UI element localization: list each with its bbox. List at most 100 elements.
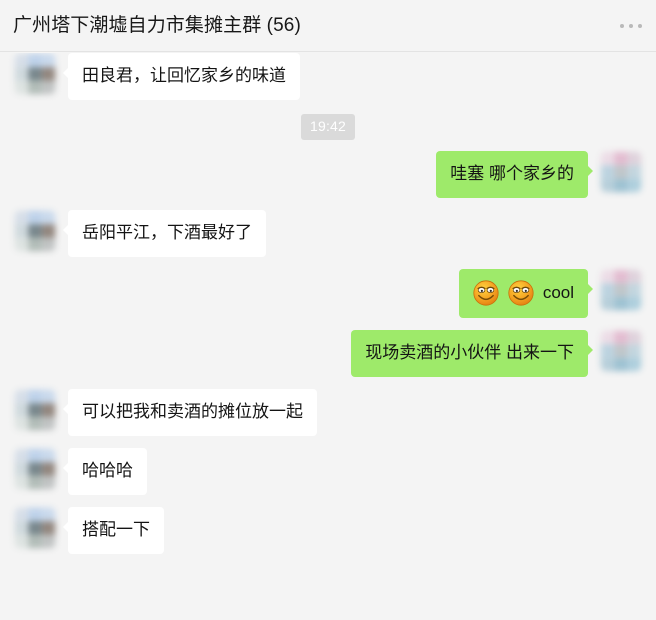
- avatar-tile: [600, 151, 615, 166]
- avatar-tile: [41, 403, 56, 417]
- avatar-tile: [14, 534, 29, 549]
- avatar-tile: [627, 165, 642, 179]
- avatar-tile: [627, 178, 642, 193]
- avatar-tile: [600, 178, 615, 193]
- avatar-tile: [614, 165, 628, 179]
- avatar-tile: [600, 296, 615, 311]
- avatar-tile: [41, 448, 56, 463]
- avatar-contact[interactable]: [14, 507, 56, 549]
- avatar-contact[interactable]: [14, 389, 56, 431]
- message-row: cool: [0, 269, 656, 318]
- avatar-tile: [28, 80, 42, 95]
- more-dot: [620, 24, 624, 28]
- avatar-self[interactable]: [600, 151, 642, 193]
- avatar-self[interactable]: [600, 269, 642, 311]
- outgoing-message-bubble[interactable]: cool: [458, 269, 594, 318]
- avatar-tile: [14, 210, 29, 225]
- more-dot: [629, 24, 633, 28]
- avatar-contact[interactable]: [14, 53, 56, 95]
- avatar-tile: [28, 67, 42, 81]
- wechat-grin-emoji: [473, 280, 499, 306]
- more-dot: [638, 24, 642, 28]
- avatar-tile: [14, 224, 29, 238]
- avatar-tile: [14, 403, 29, 417]
- avatar-tile: [627, 269, 642, 284]
- avatar-tile: [600, 330, 615, 345]
- avatar-tile: [627, 344, 642, 358]
- incoming-message-bubble[interactable]: 田良君，让回忆家乡的味道: [63, 53, 300, 100]
- message-list[interactable]: 田良君，让回忆家乡的味道 19:42 哇塞 哪个家乡的岳阳平江，下酒最好了 cool 现…: [0, 53, 656, 620]
- avatar-tile: [14, 448, 29, 463]
- avatar-tile: [614, 269, 628, 284]
- avatar-self[interactable]: [600, 330, 642, 372]
- avatar-tile: [28, 224, 42, 238]
- avatar-contact[interactable]: [14, 448, 56, 490]
- avatar-tile: [600, 344, 615, 358]
- avatar-tile: [627, 283, 642, 297]
- avatar-tile: [614, 330, 628, 345]
- avatar-tile: [614, 178, 628, 193]
- avatar-tile: [28, 403, 42, 417]
- avatar-tile: [614, 357, 628, 372]
- avatar-tile: [600, 165, 615, 179]
- avatar-tile: [14, 389, 29, 404]
- avatar-tile: [41, 80, 56, 95]
- avatar-tile: [41, 534, 56, 549]
- avatar-tile: [14, 521, 29, 535]
- avatar-tile: [614, 151, 628, 166]
- avatar-tile: [14, 53, 29, 68]
- avatar-tile: [28, 416, 42, 431]
- avatar-tile: [41, 507, 56, 522]
- avatar-tile: [41, 67, 56, 81]
- avatar-tile: [41, 389, 56, 404]
- avatar-tile: [28, 448, 42, 463]
- avatar-tile: [41, 210, 56, 225]
- message-text: 现场卖酒的小伙伴 出来一下: [365, 343, 574, 362]
- incoming-message-bubble[interactable]: 可以把我和卖酒的摊位放一起: [63, 389, 317, 436]
- avatar-tile: [627, 151, 642, 166]
- avatar-tile: [600, 357, 615, 372]
- more-options-icon[interactable]: [620, 22, 642, 30]
- wechat-grin-emoji: [508, 280, 534, 306]
- message-text: 哇塞 哪个家乡的: [450, 164, 574, 183]
- outgoing-message-bubble[interactable]: 哇塞 哪个家乡的: [436, 151, 593, 198]
- chat-header: 广州塔下潮墟自力市集摊主群 (56): [0, 0, 656, 52]
- message-row: 田良君，让回忆家乡的味道: [0, 53, 656, 100]
- message-row: 岳阳平江，下酒最好了: [0, 210, 656, 257]
- avatar-tile: [614, 283, 628, 297]
- message-timestamp: 19:42: [300, 114, 356, 140]
- message-text: 岳阳平江，下酒最好了: [82, 223, 252, 242]
- incoming-message-bubble[interactable]: 哈哈哈: [63, 448, 147, 495]
- avatar-tile: [614, 344, 628, 358]
- message-text: 搭配一下: [82, 520, 150, 539]
- avatar-tile: [600, 269, 615, 284]
- avatar-tile: [627, 330, 642, 345]
- emoji-message-content: cool: [473, 280, 574, 306]
- avatar-contact[interactable]: [14, 210, 56, 252]
- avatar-tile: [14, 462, 29, 476]
- avatar-tile: [600, 283, 615, 297]
- avatar-tile: [28, 462, 42, 476]
- avatar-tile: [41, 416, 56, 431]
- avatar-tile: [41, 237, 56, 252]
- avatar-tile: [41, 521, 56, 535]
- avatar-tile: [28, 475, 42, 490]
- timestamp-row: 19:42: [0, 114, 656, 140]
- avatar-tile: [28, 53, 42, 68]
- incoming-message-bubble[interactable]: 岳阳平江，下酒最好了: [63, 210, 266, 257]
- incoming-message-bubble[interactable]: 搭配一下: [63, 507, 164, 554]
- avatar-tile: [14, 67, 29, 81]
- avatar-tile: [14, 80, 29, 95]
- avatar-tile: [614, 296, 628, 311]
- message-row: 可以把我和卖酒的摊位放一起: [0, 389, 656, 436]
- avatar-tile: [28, 507, 42, 522]
- outgoing-message-bubble[interactable]: 现场卖酒的小伙伴 出来一下: [351, 330, 593, 377]
- avatar-tile: [28, 521, 42, 535]
- avatar-tile: [28, 534, 42, 549]
- avatar-tile: [14, 507, 29, 522]
- message-text: 田良君，让回忆家乡的味道: [82, 66, 286, 85]
- avatar-tile: [41, 224, 56, 238]
- avatar-tile: [28, 210, 42, 225]
- avatar-tile: [627, 296, 642, 311]
- avatar-tile: [41, 53, 56, 68]
